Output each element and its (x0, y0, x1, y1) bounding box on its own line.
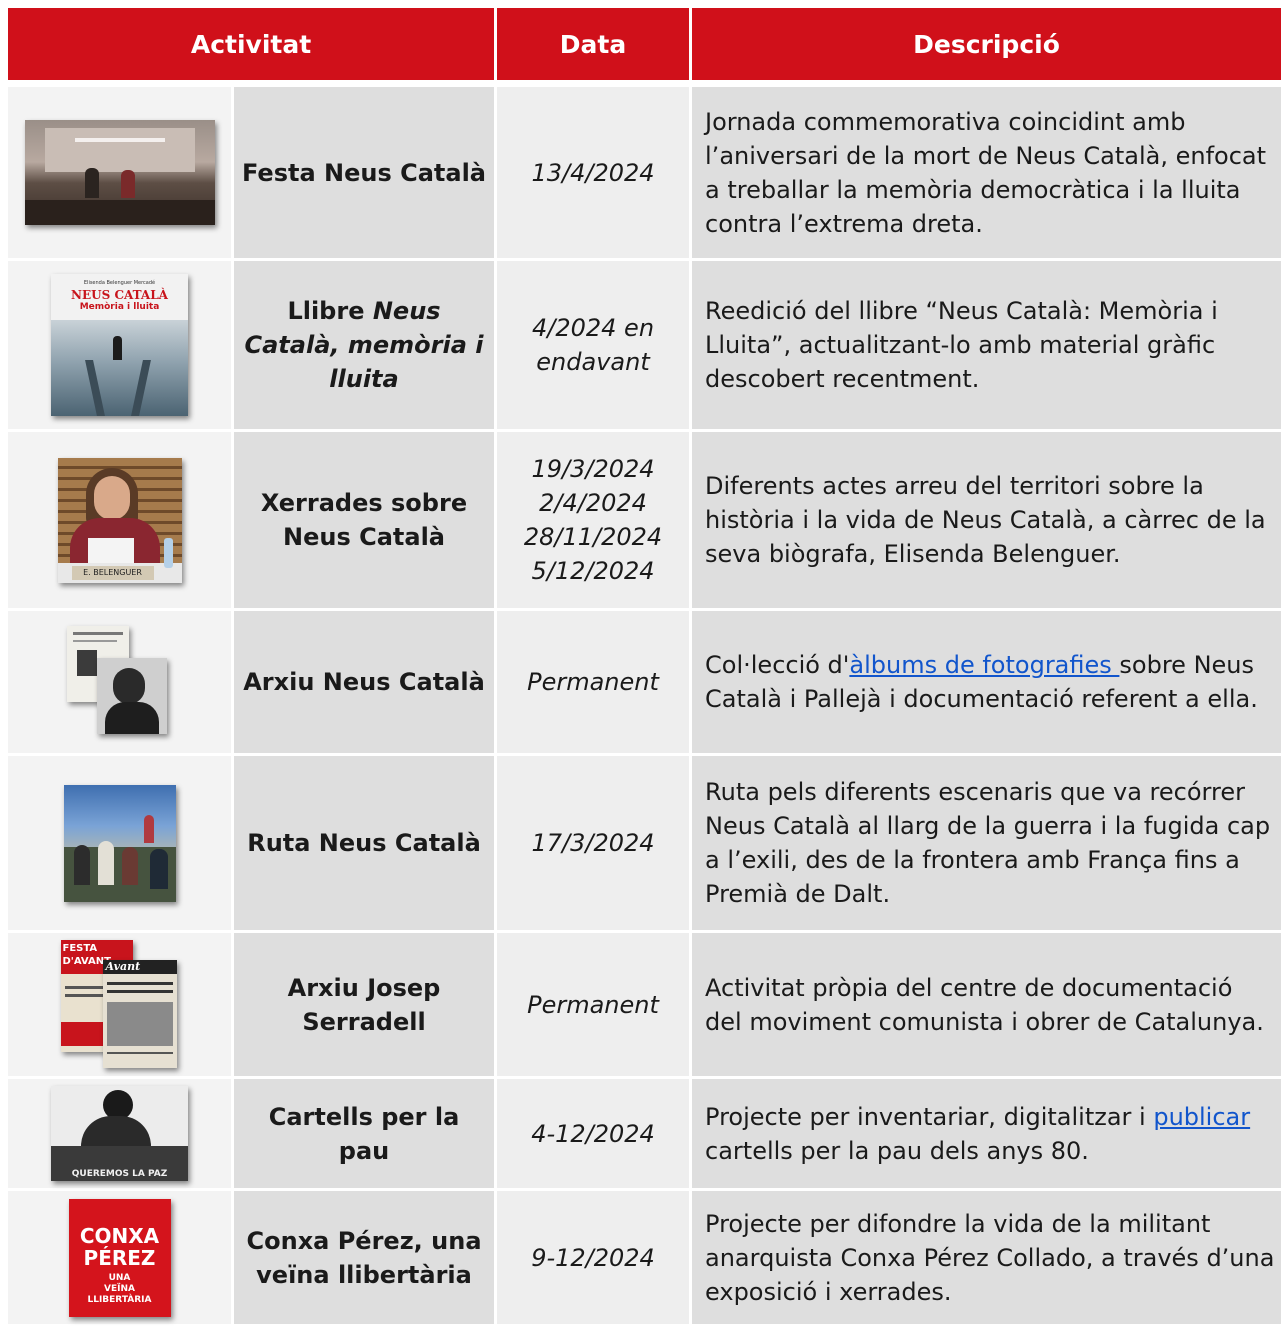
cover-title: Neus Català (71, 288, 168, 302)
activity-name: Xerrades sobre Neus Català (234, 432, 498, 611)
table-row: Arxiu Neus Català Permanent Col·lecció d… (8, 611, 1281, 756)
peace-poster: QUEREMOS LA PAZ (51, 1086, 188, 1181)
activity-date: 13/4/2024 (497, 87, 693, 261)
activity-name: Cartells per la pau (234, 1079, 498, 1191)
header-date: Data (497, 8, 693, 80)
photo-albums-link[interactable]: àlbums de fotografies (849, 651, 1119, 679)
activity-description: Projecte per inventariar, digitalitzar i… (692, 1079, 1281, 1191)
activity-name: Ruta Neus Català (234, 756, 498, 933)
date-line: 28/11/2024 (523, 523, 663, 551)
activity-description: Ruta pels diferents escenaris que va rec… (692, 756, 1281, 933)
activity-date: Permanent (497, 933, 693, 1079)
nameplate: E. BELENGUER (71, 565, 154, 580)
header-activity: Activitat (8, 8, 498, 80)
activity-date: 9-12/2024 (497, 1191, 693, 1327)
activity-name: Conxa Pérez, una veïna llibertària (234, 1191, 498, 1327)
festa-photo (24, 120, 215, 225)
activity-description: Col·lecció d'àlbums de fotografies sobre… (692, 611, 1281, 756)
activity-date: 19/3/2024 2/4/2024 28/11/2024 5/12/2024 (497, 432, 693, 611)
table-row: Festa Neus Català 13/4/2024 Jornada comm… (8, 87, 1281, 261)
serradell-archive: FESTA D'AVANT Avant (60, 939, 179, 1070)
publish-link[interactable]: publicar (1153, 1103, 1250, 1131)
date-line: 19/3/2024 (531, 455, 655, 483)
table-header: Activitat Data Descripció (8, 8, 1281, 80)
route-photo (63, 784, 176, 902)
activity-description: Diferents actes arreu del territori sobr… (692, 432, 1281, 611)
archive-photos (67, 626, 172, 738)
activity-name: Arxiu Josep Serradell (234, 933, 498, 1079)
poster-caption: QUEREMOS LA PAZ (71, 1169, 168, 1179)
activity-date: 17/3/2024 (497, 756, 693, 933)
table-row: Elisenda Belenguer Mercadé Neus Català M… (8, 261, 1281, 432)
activity-name: Festa Neus Català (234, 87, 498, 261)
table-row: Ruta Neus Català 17/3/2024 Ruta pels dif… (8, 756, 1281, 933)
activities-table: Activitat Data Descripció Festa Neus Cat… (8, 8, 1281, 1327)
activity-date: 4-12/2024 (497, 1079, 693, 1191)
activity-description: Jornada commemorativa coincidint amb l’a… (692, 87, 1281, 261)
cover-author: Elisenda Belenguer Mercadé (83, 280, 156, 286)
conxa-cover: CONXA PÉREZ UNA VEÏNA LLIBERTÀRIA (68, 1198, 171, 1317)
activities-table-wrapper: Activitat Data Descripció Festa Neus Cat… (8, 8, 1281, 1327)
book-cover: Elisenda Belenguer Mercadé Neus Català M… (51, 274, 188, 416)
table-row: CONXA PÉREZ UNA VEÏNA LLIBERTÀRIA Conxa … (8, 1191, 1281, 1327)
date-line: 2/4/2024 (539, 489, 647, 517)
talk-photo: E. BELENGUER (57, 457, 182, 583)
newspaper-title: Avant (102, 959, 177, 974)
table-row: QUEREMOS LA PAZ Cartells per la pau 4-12… (8, 1079, 1281, 1191)
header-description: Descripció (692, 8, 1281, 80)
table-row: FESTA D'AVANT Avant Arxiu Josep Serradel… (8, 933, 1281, 1079)
activity-description: Reedició del llibre “Neus Català: Memòri… (692, 261, 1281, 432)
activity-date: Permanent (497, 611, 693, 756)
table-row: E. BELENGUER Xerrades sobre Neus Català … (8, 432, 1281, 611)
date-line: 5/12/2024 (531, 557, 655, 585)
activity-name: Llibre Neus Català, memòria i lluita (234, 261, 498, 432)
cover-subtitle: Memòria i lluita (79, 302, 160, 312)
activity-description: Activitat pròpia del centre de documenta… (692, 933, 1281, 1079)
activity-name: Arxiu Neus Català (234, 611, 498, 756)
activity-description: Projecte per difondre la vida de la mili… (692, 1191, 1281, 1327)
activity-date: 4/2024 en endavant (497, 261, 693, 432)
